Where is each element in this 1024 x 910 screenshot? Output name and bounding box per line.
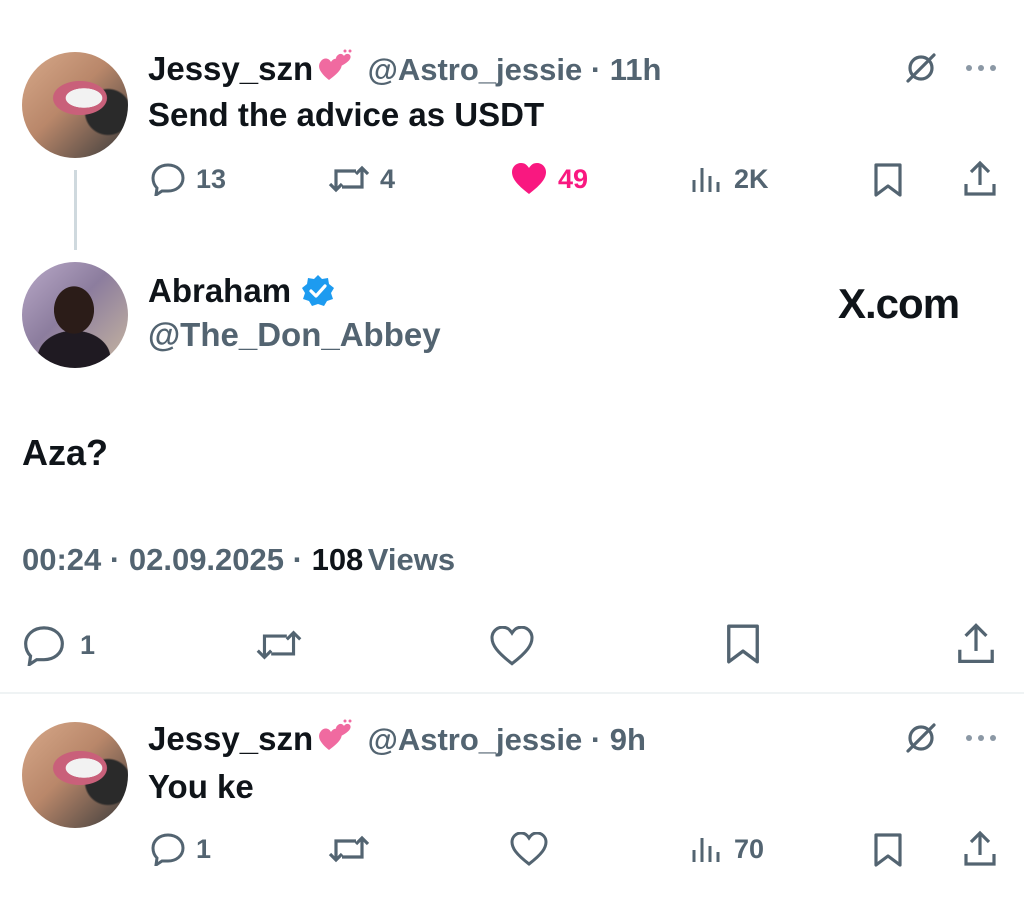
more-icon[interactable] <box>963 58 999 83</box>
author-name-row: Abraham <box>148 272 335 310</box>
reply-count: 13 <box>196 163 227 194</box>
like-count: 49 <box>558 163 589 194</box>
avatar[interactable] <box>22 262 128 368</box>
timestamp[interactable]: 9h <box>610 722 646 757</box>
repost-icon <box>328 165 370 193</box>
bookmark-icon[interactable] <box>872 162 904 203</box>
handle[interactable]: @Astro_jessie <box>368 52 583 87</box>
tweet-text: Send the advice as USDT <box>148 96 545 133</box>
avatar[interactable] <box>22 722 128 828</box>
like-icon <box>512 163 546 194</box>
views-icon <box>692 838 720 862</box>
views-count: 108 <box>311 542 364 577</box>
reply-button[interactable]: 1 <box>150 832 211 866</box>
tweet-meta: 00:24 · 02.09.2025 · 108 Views <box>22 542 456 577</box>
verified-icon <box>302 275 335 306</box>
grok-icon[interactable] <box>903 720 939 761</box>
tweet-header: Jessy_szn @Astro_jessie · 9h <box>148 718 646 759</box>
watermark-text: X.com <box>838 280 960 327</box>
reply-button[interactable]: 1 <box>22 624 95 666</box>
bookmark-icon[interactable] <box>724 622 762 671</box>
like-icon[interactable] <box>489 625 535 671</box>
repost-button[interactable]: 4 <box>328 162 395 196</box>
divider <box>0 692 1024 694</box>
heart-emoji <box>315 48 355 89</box>
share-icon[interactable] <box>962 830 998 873</box>
x-logo-watermark: X.com <box>838 280 960 328</box>
views-label: Views <box>367 542 456 577</box>
bookmark-icon[interactable] <box>872 832 904 873</box>
tweet-text: Aza? <box>22 432 109 473</box>
reply-icon <box>151 163 185 196</box>
tweet-text: You ke <box>148 768 254 805</box>
tweet-header: Jessy_szn @Astro_jessie · 11h <box>148 48 662 89</box>
handle[interactable]: @The_Don_Abbey <box>148 316 441 354</box>
reply-icon <box>24 626 64 666</box>
thread-line <box>74 170 77 250</box>
heart-emoji <box>315 718 355 759</box>
views-count: 2K <box>734 163 769 194</box>
share-icon[interactable] <box>962 160 998 203</box>
reply-icon <box>151 833 185 866</box>
post-time[interactable]: 00:24 <box>22 542 101 577</box>
views-icon <box>692 168 720 192</box>
display-name[interactable]: Abraham <box>148 272 291 310</box>
repost-icon[interactable] <box>328 832 370 871</box>
like-button[interactable]: 49 <box>510 162 588 196</box>
grok-icon[interactable] <box>903 50 939 91</box>
reply-count: 1 <box>80 629 96 660</box>
repost-count: 4 <box>380 163 396 194</box>
more-icon[interactable] <box>963 728 999 753</box>
views-button[interactable]: 70 <box>690 832 764 866</box>
timestamp[interactable]: 11h <box>610 52 662 87</box>
views-button[interactable]: 2K <box>690 162 769 196</box>
display-name[interactable]: Jessy_szn <box>148 50 313 87</box>
reply-count: 1 <box>196 833 212 864</box>
like-icon[interactable] <box>510 831 548 871</box>
views-count: 70 <box>734 833 765 864</box>
post-date[interactable]: 02.09.2025 <box>129 542 284 577</box>
avatar[interactable] <box>22 52 128 158</box>
repost-icon[interactable] <box>254 626 304 669</box>
handle[interactable]: @Astro_jessie <box>368 722 583 757</box>
share-icon[interactable] <box>954 622 998 671</box>
reply-button[interactable]: 13 <box>150 162 226 196</box>
display-name[interactable]: Jessy_szn <box>148 720 313 757</box>
